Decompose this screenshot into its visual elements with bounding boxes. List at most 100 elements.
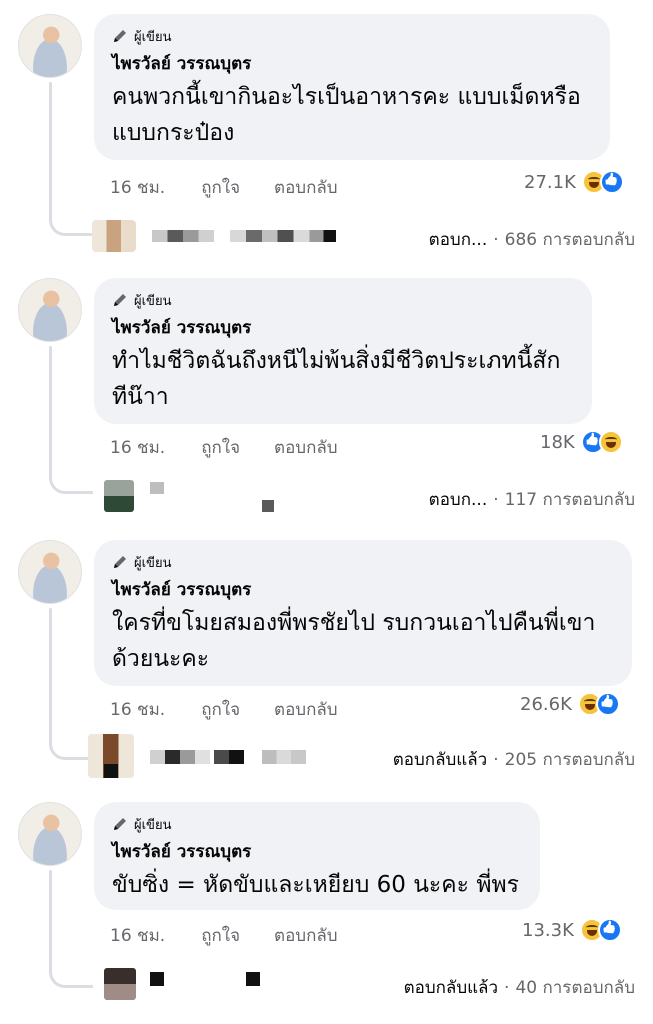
thread-line — [49, 870, 52, 974]
comment-actions: 16 ชม. ถูกใจ ตอบกลับ — [110, 174, 372, 201]
author-name[interactable]: ไพรวัลย์ วรรณบุตร — [112, 314, 574, 341]
author-badge-label: ผู้เขียน — [134, 293, 172, 309]
separator-dot: · — [504, 977, 510, 998]
comment-bubble: ผู้เขียน ไพรวัลย์ วรรณบุตร ขับซิ่ง = หัด… — [94, 802, 540, 910]
comment-text-line: ด้วยนะคะ — [112, 646, 210, 672]
author-badge-label: ผู้เขียน — [134, 29, 172, 45]
avatar[interactable] — [18, 278, 82, 342]
redacted-name — [150, 482, 164, 494]
like-button[interactable]: ถูกใจ — [201, 696, 240, 723]
comment-bubble: ผู้เขียน ไพรวัลย์ วรรณบุตร ทำไมชีวิตฉันถ… — [94, 278, 592, 424]
comment-text-line: คนพวกนี้เขากินอะไรเป็นอาหารคะ แบบเม็ดหรื… — [112, 84, 581, 110]
pen-icon — [114, 30, 126, 42]
author-name[interactable]: ไพรวัลย์ วรรณบุตร — [112, 576, 614, 603]
reaction-count: 18K — [540, 431, 575, 453]
blurred-avatar-fragment — [104, 764, 118, 778]
reaction-summary[interactable]: 13.3K — [522, 918, 622, 942]
reply-preview-row[interactable]: ตอบกลับแล้ว · 205 การตอบกลับ — [0, 734, 653, 778]
timestamp[interactable]: 16 ชม. — [110, 434, 165, 461]
reply-lead: ตอบก... — [428, 490, 488, 510]
reply-count: 40 การตอบกลับ — [515, 978, 635, 998]
reply-preview-row[interactable]: ตอบก... · 686 การตอบกลับ — [0, 218, 653, 258]
reaction-count: 26.6K — [520, 693, 572, 715]
thread-line — [49, 82, 52, 222]
reply-summary[interactable]: ตอบก... · 117 การตอบกลับ — [429, 486, 635, 513]
comment-text-line: ทีน๊าา — [112, 384, 169, 410]
separator-dot: · — [493, 229, 499, 250]
like-icon — [599, 170, 624, 194]
reply-preview-row[interactable]: ตอบก... · 117 การตอบกลับ — [0, 478, 653, 518]
blurred-avatar — [104, 968, 136, 1000]
timestamp[interactable]: 16 ชม. — [110, 174, 165, 201]
reply-summary[interactable]: ตอบกลับแล้ว · 40 การตอบกลับ — [404, 974, 635, 1001]
redacted-name — [150, 750, 210, 764]
pen-icon — [114, 556, 126, 568]
author-badge: ผู้เขียน — [112, 814, 522, 834]
author-badge-label: ผู้เขียน — [134, 555, 172, 571]
reply-count: 686 การตอบกลับ — [504, 230, 635, 250]
redacted-name — [262, 500, 274, 512]
comment-actions: 16 ชม. ถูกใจ ตอบกลับ — [110, 922, 372, 949]
author-badge: ผู้เขียน — [112, 290, 574, 310]
avatar[interactable] — [18, 802, 82, 866]
blurred-avatar — [92, 220, 136, 252]
blurred-avatar — [104, 480, 134, 512]
reply-button[interactable]: ตอบกลับ — [274, 922, 338, 949]
reply-button[interactable]: ตอบกลับ — [274, 174, 338, 201]
redacted-name — [214, 750, 244, 764]
redacted-name — [262, 750, 306, 764]
haha-icon — [598, 430, 623, 454]
pen-icon — [114, 818, 126, 830]
author-name[interactable]: ไพรวัลย์ วรรณบุตร — [112, 50, 592, 77]
reaction-summary[interactable]: 18K — [540, 430, 623, 454]
pen-icon — [114, 294, 126, 306]
reply-lead: ตอบกลับแล้ว — [392, 750, 488, 770]
comment-actions: 16 ชม. ถูกใจ ตอบกลับ — [110, 434, 372, 461]
reply-summary[interactable]: ตอบกลับแล้ว · 205 การตอบกลับ — [393, 746, 635, 773]
author-badge: ผู้เขียน — [112, 552, 614, 572]
timestamp[interactable]: 16 ชม. — [110, 922, 165, 949]
comment-text-line: แบบกระป๋อง — [112, 120, 235, 146]
comment-text-line: ทำไมชีวิตฉันถึงหนีไม่พ้นสิ่งมีชีวิตประเภ… — [112, 348, 561, 374]
comment-text: ขับซิ่ง = หัดขับและเหยียบ 60 นะคะ พี่พร — [112, 867, 522, 903]
reaction-count: 13.3K — [522, 919, 574, 941]
like-button[interactable]: ถูกใจ — [201, 174, 240, 201]
reaction-summary[interactable]: 27.1K — [524, 170, 624, 194]
thread-line — [49, 608, 52, 746]
timestamp[interactable]: 16 ชม. — [110, 696, 165, 723]
like-icon — [595, 692, 620, 716]
thread-line — [49, 346, 52, 480]
separator-dot: · — [493, 489, 499, 510]
like-button[interactable]: ถูกใจ — [201, 434, 240, 461]
comment-text: ใครที่ขโมยสมองพี่พรชัยไป รบกวนเอาไปคืนพี… — [112, 605, 614, 677]
author-badge: ผู้เขียน — [112, 26, 592, 46]
reply-lead: ตอบก... — [428, 230, 488, 250]
redacted-name — [150, 972, 164, 986]
reply-lead: ตอบกลับแล้ว — [403, 978, 499, 998]
reply-count: 117 การตอบกลับ — [504, 490, 635, 510]
author-name[interactable]: ไพรวัลย์ วรรณบุตร — [112, 838, 522, 865]
avatar[interactable] — [18, 14, 82, 78]
comment-bubble: ผู้เขียน ไพรวัลย์ วรรณบุตร คนพวกนี้เขากิ… — [94, 14, 610, 160]
reply-summary[interactable]: ตอบก... · 686 การตอบกลับ — [429, 226, 635, 253]
separator-dot: · — [493, 749, 499, 770]
reply-button[interactable]: ตอบกลับ — [274, 434, 338, 461]
redacted-name — [246, 972, 260, 986]
avatar[interactable] — [18, 540, 82, 604]
redacted-name — [230, 230, 336, 242]
comment-text-line: ขับซิ่ง = หัดขับและเหยียบ 60 นะคะ พี่พร — [112, 872, 520, 898]
like-button[interactable]: ถูกใจ — [201, 922, 240, 949]
reply-count: 205 การตอบกลับ — [504, 750, 635, 770]
redacted-name — [152, 230, 214, 242]
author-badge-label: ผู้เขียน — [134, 817, 172, 833]
comment-bubble: ผู้เขียน ไพรวัลย์ วรรณบุตร ใครที่ขโมยสมอ… — [94, 540, 632, 686]
reply-preview-row[interactable]: ตอบกลับแล้ว · 40 การตอบกลับ — [0, 966, 653, 1006]
reaction-summary[interactable]: 26.6K — [520, 692, 620, 716]
comment-text: คนพวกนี้เขากินอะไรเป็นอาหารคะ แบบเม็ดหรื… — [112, 79, 592, 151]
comment-text-line: ใครที่ขโมยสมองพี่พรชัยไป รบกวนเอาไปคืนพี… — [112, 610, 596, 636]
comment-text: ทำไมชีวิตฉันถึงหนีไม่พ้นสิ่งมีชีวิตประเภ… — [112, 343, 574, 415]
comment-actions: 16 ชม. ถูกใจ ตอบกลับ — [110, 696, 372, 723]
reply-button[interactable]: ตอบกลับ — [274, 696, 338, 723]
reaction-count: 27.1K — [524, 171, 576, 193]
like-icon — [597, 918, 622, 942]
